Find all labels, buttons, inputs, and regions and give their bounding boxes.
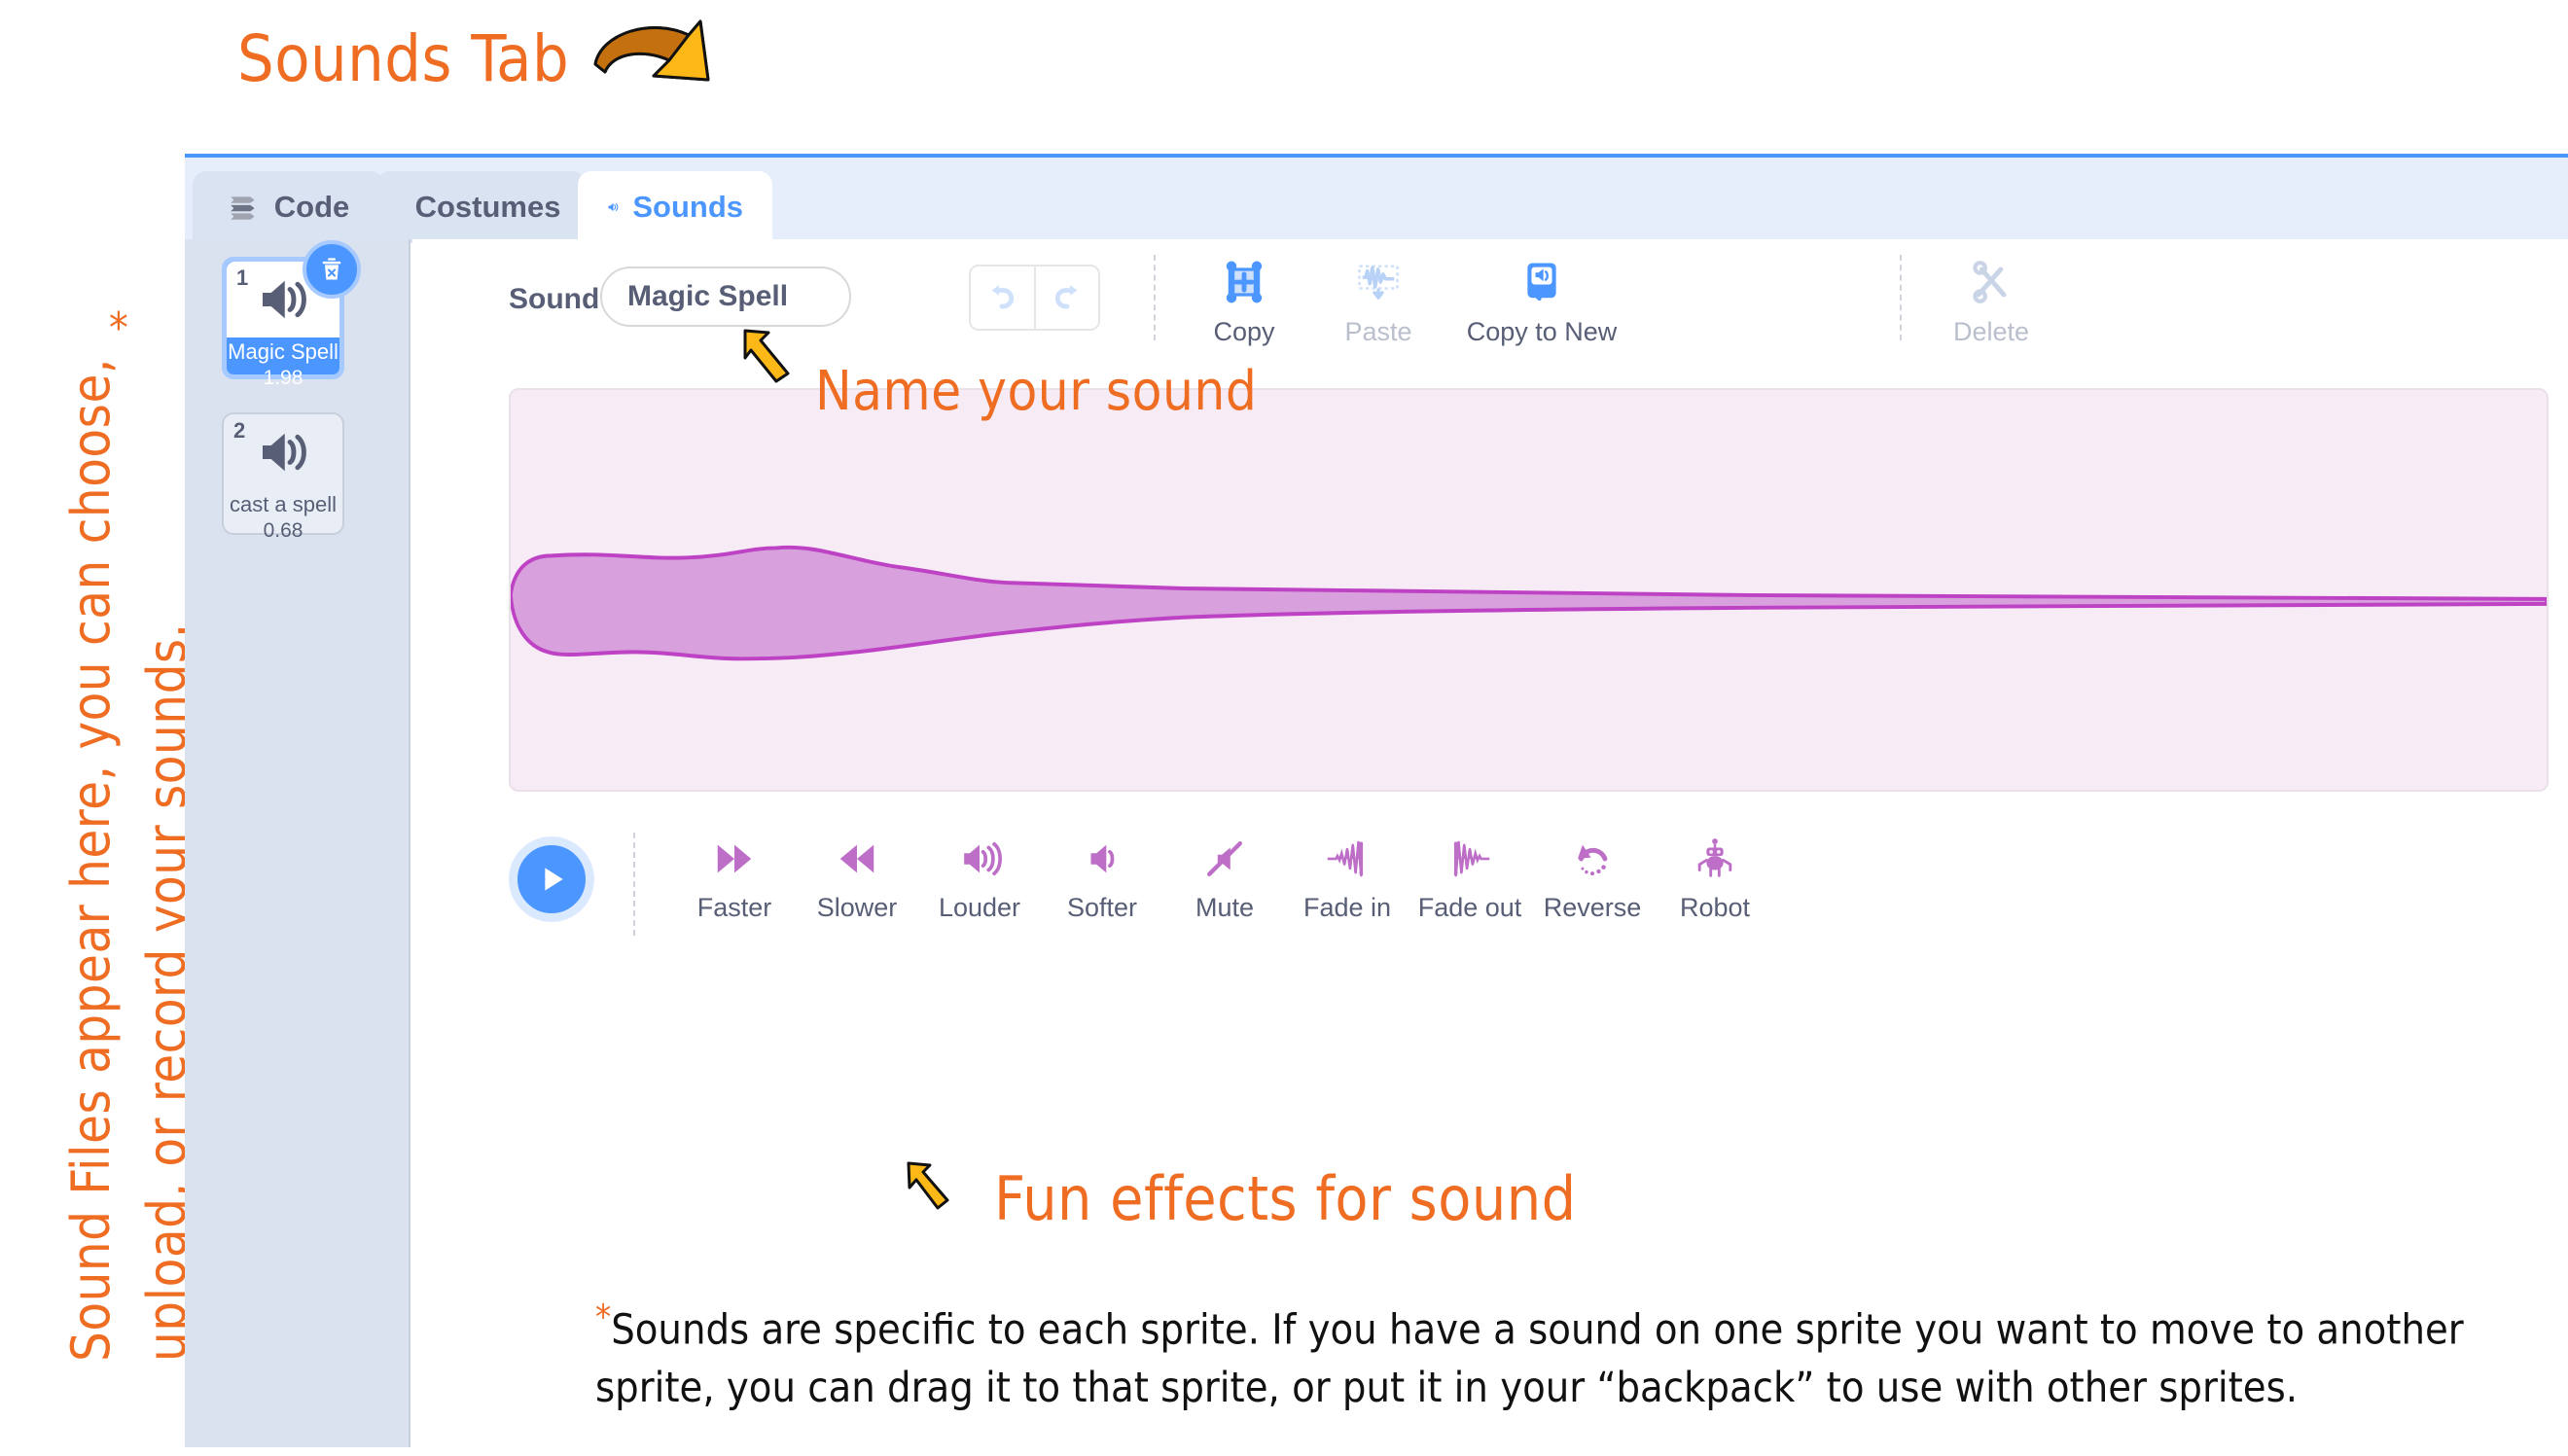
volume-mute-icon (1207, 841, 1242, 876)
tab-code-label: Code (273, 190, 350, 224)
effect-mute-label: Mute (1195, 893, 1255, 922)
effect-reverse[interactable]: Reverse (1524, 836, 1660, 923)
effect-robot-label: Robot (1679, 893, 1751, 922)
effects-divider (633, 833, 635, 936)
undo-icon (991, 285, 1015, 309)
copy-button[interactable]: Copy (1171, 257, 1317, 347)
copy-to-new-button-label: Copy to New (1466, 317, 1618, 346)
annotation-name-your-sound: Name your sound (815, 360, 1258, 423)
annotation-sounds-tab: Sounds Tab (237, 21, 570, 96)
arrow-to-sound-name (743, 329, 790, 383)
effect-softer-label: Softer (1066, 893, 1138, 922)
effect-louder[interactable]: Louder (911, 836, 1048, 923)
reverse-arrow-icon (1577, 844, 1608, 876)
sound-duration: 0.68 (263, 519, 303, 542)
delete-sound-button[interactable] (303, 240, 361, 299)
undo-redo-group (969, 265, 1100, 331)
redo-icon (1054, 285, 1078, 309)
paste-button-label: Paste (1344, 317, 1412, 346)
fade-in-icon (1327, 840, 1364, 877)
paste-waveform-icon (1358, 265, 1399, 300)
robot-icon (1697, 838, 1732, 877)
speaker-icon (608, 202, 619, 212)
sound-name-label: Sound (509, 283, 600, 315)
waveform-display[interactable] (509, 388, 2549, 792)
fade-out-icon (1453, 840, 1490, 877)
effect-softer[interactable]: Softer (1034, 836, 1170, 923)
annotation-sidebar-asterisk: * (109, 303, 129, 353)
effect-fade-in[interactable]: Fade in (1279, 836, 1415, 923)
effect-slower-label: Slower (816, 893, 898, 922)
play-icon (545, 868, 563, 891)
arrow-to-sounds-tab (593, 19, 710, 82)
volume-down-icon (1090, 844, 1115, 873)
delete-button-label: Delete (1952, 317, 2030, 346)
delete-button[interactable]: Delete (1918, 257, 2064, 347)
effect-faster-label: Faster (696, 893, 772, 922)
speaker-icon (263, 433, 306, 472)
effect-reverse-label: Reverse (1543, 893, 1642, 922)
sound-name-input[interactable]: Magic Spell (600, 266, 851, 327)
toolbar-divider (1900, 255, 1902, 340)
effect-fade-out-label: Fade out (1417, 893, 1522, 922)
redo-button[interactable] (1036, 266, 1099, 329)
play-button[interactable] (509, 836, 594, 922)
tab-costumes[interactable]: Costumes (376, 171, 586, 243)
effect-slower[interactable]: Slower (789, 836, 925, 923)
tab-code[interactable]: Code (193, 171, 384, 243)
effects-toolbar: Faster Slower Louder Softer Mute Fade in… (509, 823, 2568, 959)
copy-selection-icon (1226, 261, 1263, 303)
annotation-sidebar-line1: Sound Files appear here, you can choose, (60, 358, 122, 1362)
sound-name: cast a spell (229, 492, 338, 516)
volume-up-icon (964, 842, 1002, 875)
arrow-to-effects (907, 1161, 949, 1210)
fast-forward-icon (717, 844, 752, 873)
sound-list-item[interactable]: 2 cast a spell 0.68 (222, 412, 344, 542)
copy-to-new-button[interactable]: Copy to New (1440, 257, 1644, 347)
paste-button[interactable]: Paste (1305, 257, 1451, 347)
copy-to-new-sound-icon (1527, 263, 1556, 302)
waveform-graphic (511, 545, 2547, 661)
effect-fade-out[interactable]: Fade out (1402, 836, 1538, 923)
sound-editor: Sound Magic Spell Copy Paste Copy to New… (412, 239, 2568, 1447)
effect-fade-in-label: Fade in (1302, 893, 1392, 922)
sound-selector-list: 1 Magic Spell 1.98 2 cast a spell 0.68 (185, 239, 410, 1447)
speaker-icon (263, 280, 306, 319)
sound-name: Magic Spell (228, 339, 339, 364)
undo-button[interactable] (971, 266, 1036, 329)
footnote: *Sounds are specific to each sprite. If … (595, 1294, 2502, 1417)
trash-icon (322, 258, 341, 280)
code-blocks-icon (230, 196, 255, 220)
effect-mute[interactable]: Mute (1157, 836, 1293, 923)
tab-costumes-label: Costumes (414, 190, 561, 224)
scissors-icon (1973, 261, 2007, 303)
sound-index: 1 (236, 266, 249, 290)
tab-sounds[interactable]: Sounds (578, 171, 772, 243)
tab-sounds-label: Sounds (632, 190, 743, 224)
sound-index: 2 (233, 418, 246, 443)
footnote-asterisk: * (595, 1297, 612, 1337)
copy-button-label: Copy (1213, 317, 1275, 346)
effect-louder-label: Louder (938, 893, 1021, 922)
toolbar-divider (1154, 255, 1156, 340)
sound-editor-toolbar: Sound Magic Spell Copy Paste Copy to New… (412, 239, 2568, 358)
annotation-fun-effects: Fun effects for sound (994, 1163, 1577, 1234)
rewind-icon (839, 844, 874, 873)
sound-list-item[interactable]: 1 Magic Spell 1.98 (222, 240, 361, 389)
effect-faster[interactable]: Faster (666, 836, 802, 923)
sound-duration: 1.98 (263, 367, 303, 389)
tab-bar: Code Costumes Sounds (185, 154, 2568, 243)
scratch-editor-panel: Code Costumes Sounds 1 Magic Spell 1.98 … (185, 154, 2568, 1447)
footnote-text: Sounds are specific to each sprite. If y… (595, 1305, 2464, 1412)
effect-robot[interactable]: Robot (1647, 836, 1783, 923)
